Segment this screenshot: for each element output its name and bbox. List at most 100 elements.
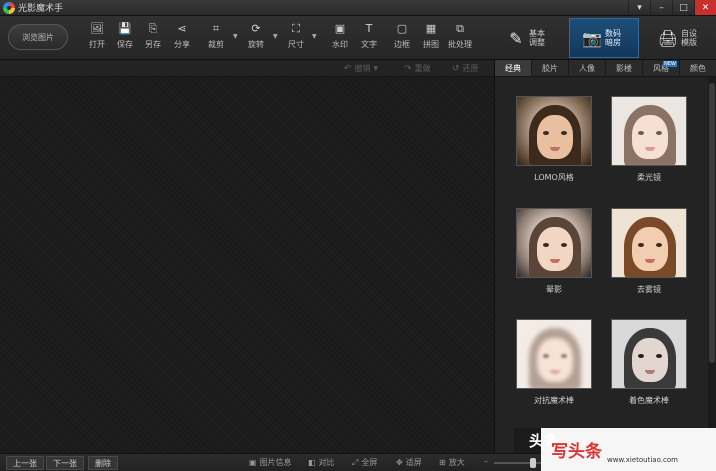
effect-label: 晕影 [546, 285, 562, 294]
zoom-in-icon: ⊞ [439, 458, 446, 467]
zoom-in-button[interactable]: ⊞ 放大 [439, 457, 465, 468]
title-bar: 光影魔术手 ▾ – □ ✕ [0, 0, 716, 16]
eye [543, 243, 549, 247]
next-image-button[interactable]: 下一张 [46, 456, 84, 470]
browse-images-button[interactable]: 浏览图片 [8, 24, 68, 50]
eye [656, 243, 662, 247]
effect-contrast-wand[interactable]: 对抗魔术棒 [516, 319, 592, 406]
save-label: 保存 [117, 40, 133, 49]
basic-adjust-icon: ✎ [509, 28, 523, 48]
main-toolbar: 浏览图片 🖼 打开 💾 保存 ⎘ 另存 ⋖ 分享 ⌗ 裁剪 ▼ ⟳ 旋转 ▼ ⛶ [0, 16, 716, 60]
effect-vignette[interactable]: 晕影 [516, 208, 592, 295]
fit-screen-label: 适屏 [405, 458, 422, 467]
basic-adjust-tab[interactable]: ✎ 基本调整 [506, 18, 562, 58]
crop-icon: ⌗ [212, 22, 220, 35]
face [537, 115, 573, 159]
effect-dehaze[interactable]: 去雾镜 [611, 208, 687, 295]
image-canvas[interactable]: ↶ 撤销 ▾ ↷ 重做 ↺ 还原 [0, 60, 494, 453]
minimize-button[interactable]: – [650, 0, 672, 15]
zoom-out-icon[interactable]: – [484, 457, 488, 466]
face [537, 338, 573, 382]
app-logo-icon [3, 2, 15, 14]
watermark-url: www.xietoutiao.com [607, 456, 678, 464]
effects-panel: 经典 胶片 人像 影楼 风格 NEW 颜色 LOMO风格 柔光镜 晕影 去雾镜 … [494, 60, 716, 453]
effect-label: 着色魔术棒 [629, 396, 669, 405]
text-button[interactable]: T 文字 [354, 22, 384, 56]
tab-style[interactable]: 风格 NEW [643, 60, 680, 76]
tab-classic[interactable]: 经典 [495, 60, 532, 76]
save-button[interactable]: 💾 保存 [110, 22, 140, 56]
zoom-slider-knob[interactable] [530, 458, 536, 468]
watermark-button[interactable]: ▣ 水印 [325, 22, 355, 56]
tab-portrait[interactable]: 人像 [569, 60, 606, 76]
tab-film[interactable]: 胶片 [532, 60, 569, 76]
watermark-label: 水印 [332, 40, 348, 49]
batch-icon: ⧉ [456, 22, 464, 35]
crop-dropdown-icon[interactable]: ▼ [233, 33, 238, 40]
rotate-label: 旋转 [248, 40, 264, 49]
effect-thumbnail [611, 208, 687, 278]
fullscreen-button[interactable]: ⤢ 全屏 [352, 457, 377, 468]
effect-thumbnail [516, 96, 592, 166]
fit-screen-button[interactable]: ✥ 适屏 [396, 457, 422, 468]
save-icon: 💾 [118, 22, 132, 35]
custom-template-tab[interactable]: 🖨 自设模版 [658, 18, 714, 58]
effect-soft-light[interactable]: 柔光镜 [611, 96, 687, 183]
printer-icon: 🖨 [657, 28, 679, 48]
custom-template-label: 自设模版 [681, 29, 697, 47]
save-as-button[interactable]: ⎘ 另存 [138, 22, 168, 56]
digital-darkroom-tab[interactable]: 📷 数码暗房 [569, 18, 639, 58]
eye [656, 131, 662, 135]
effect-tint-wand[interactable]: 着色魔术棒 [611, 319, 687, 406]
resize-dropdown-icon[interactable]: ▼ [312, 33, 317, 40]
tab-color[interactable]: 颜色 [680, 60, 716, 76]
compare-button[interactable]: ◧ 对比 [308, 457, 335, 468]
eye [543, 131, 549, 135]
rotate-dropdown-icon[interactable]: ▼ [273, 33, 278, 40]
frame-button[interactable]: ▢ 边框 [387, 22, 417, 56]
image-info-button[interactable]: ▣ 图片信息 [249, 457, 292, 468]
scrollbar-thumb[interactable] [709, 83, 715, 363]
effects-scrollbar[interactable] [708, 77, 716, 453]
effect-label: 去雾镜 [637, 285, 661, 294]
app-window: 光影魔术手 ▾ – □ ✕ 浏览图片 🖼 打开 💾 保存 ⎘ 另存 ⋖ 分享 ⌗… [0, 0, 716, 471]
tab-studio[interactable]: 影楼 [606, 60, 643, 76]
window-controls: ▾ – □ ✕ [628, 0, 716, 16]
undo-button[interactable]: ↶ 撤销 ▾ [344, 63, 378, 74]
eye [638, 131, 644, 135]
resize-button[interactable]: ⛶ 尺寸 [281, 22, 311, 56]
watermark-overlay: 写头条 www.xietoutiao.com [541, 428, 716, 471]
text-icon: T [365, 22, 373, 35]
frame-icon: ▢ [396, 22, 408, 35]
menu-dropdown-button[interactable]: ▾ [628, 0, 650, 15]
restore-button[interactable]: ↺ 还原 [452, 63, 479, 74]
image-info-label: 图片信息 [259, 458, 292, 467]
fullscreen-icon: ⤢ [352, 457, 359, 467]
open-button[interactable]: 🖼 打开 [82, 22, 112, 56]
watermark-title: 写头条 [551, 442, 602, 462]
frame-label: 边框 [394, 40, 410, 49]
effect-thumbnail [516, 208, 592, 278]
save-as-label: 另存 [145, 40, 161, 49]
share-button[interactable]: ⋖ 分享 [167, 22, 197, 56]
maximize-button[interactable]: □ [672, 0, 694, 15]
text-label: 文字 [361, 40, 377, 49]
rotate-button[interactable]: ⟳ 旋转 [241, 22, 271, 56]
delete-button[interactable]: 删除 [88, 456, 118, 470]
fullscreen-label: 全屏 [361, 458, 378, 467]
effect-category-tabs: 经典 胶片 人像 影楼 风格 NEW 颜色 [495, 60, 716, 77]
previous-image-button[interactable]: 上一张 [6, 456, 44, 470]
close-button[interactable]: ✕ [694, 0, 716, 15]
eye [561, 354, 567, 358]
batch-label: 批处理 [448, 40, 472, 49]
batch-button[interactable]: ⧉ 批处理 [445, 22, 475, 56]
share-label: 分享 [174, 40, 190, 49]
undo-dropdown-icon[interactable]: ▾ [374, 64, 379, 74]
collage-button[interactable]: ▦ 拼图 [416, 22, 446, 56]
save-as-icon: ⎘ [148, 22, 158, 35]
effect-lomo[interactable]: LOMO风格 [516, 96, 592, 183]
redo-button[interactable]: ↷ 重做 [404, 63, 431, 74]
share-icon: ⋖ [177, 22, 187, 35]
restore-label: 还原 [462, 64, 479, 73]
crop-button[interactable]: ⌗ 裁剪 [201, 22, 231, 56]
